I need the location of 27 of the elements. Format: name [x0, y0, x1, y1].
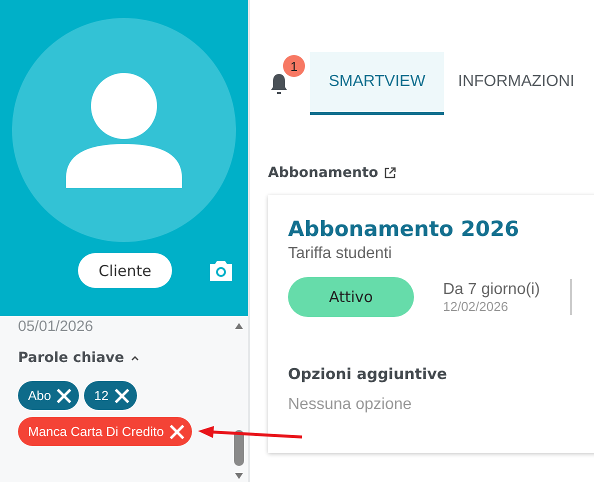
close-icon[interactable]	[112, 386, 131, 404]
client-button[interactable]: Cliente	[78, 253, 172, 288]
status-pill: Attivo	[288, 277, 414, 317]
keyword-tag[interactable]: Abo	[18, 381, 80, 410]
start-date-text: 12/02/2026	[443, 298, 510, 314]
close-icon[interactable]	[55, 386, 74, 404]
date-text: 05/01/2026	[18, 318, 94, 335]
bell-icon[interactable]	[269, 72, 289, 94]
avatar-icon	[12, 18, 236, 242]
camera-icon[interactable]	[208, 258, 234, 282]
scrollbar-thumb[interactable]	[234, 430, 244, 466]
options-empty-text: Nessuna opzione	[288, 396, 413, 414]
duration-text: Da 7 giorno(i)	[443, 280, 540, 298]
tariff-text: Tariffa studenti	[288, 245, 393, 263]
options-title: Opzioni aggiuntive	[288, 365, 448, 383]
external-link-icon[interactable]	[384, 167, 396, 179]
tab[interactable]: SMARTVIEW	[310, 52, 444, 115]
notification-badge: 1	[283, 55, 305, 77]
keyword-tag[interactable]: 12	[84, 381, 137, 410]
section-title: Abbonamento	[268, 165, 378, 181]
keyword-tag[interactable]: Manca Carta Di Credito	[18, 417, 192, 446]
keywords-title: Parole chiave	[18, 350, 124, 366]
scroll-up-icon[interactable]	[234, 322, 244, 330]
scroll-down-icon[interactable]	[234, 472, 244, 480]
close-icon[interactable]	[168, 422, 186, 440]
subscription-name: Abbonamento 2026	[288, 217, 520, 241]
tab[interactable]: INFORMAZIONI	[444, 52, 588, 115]
